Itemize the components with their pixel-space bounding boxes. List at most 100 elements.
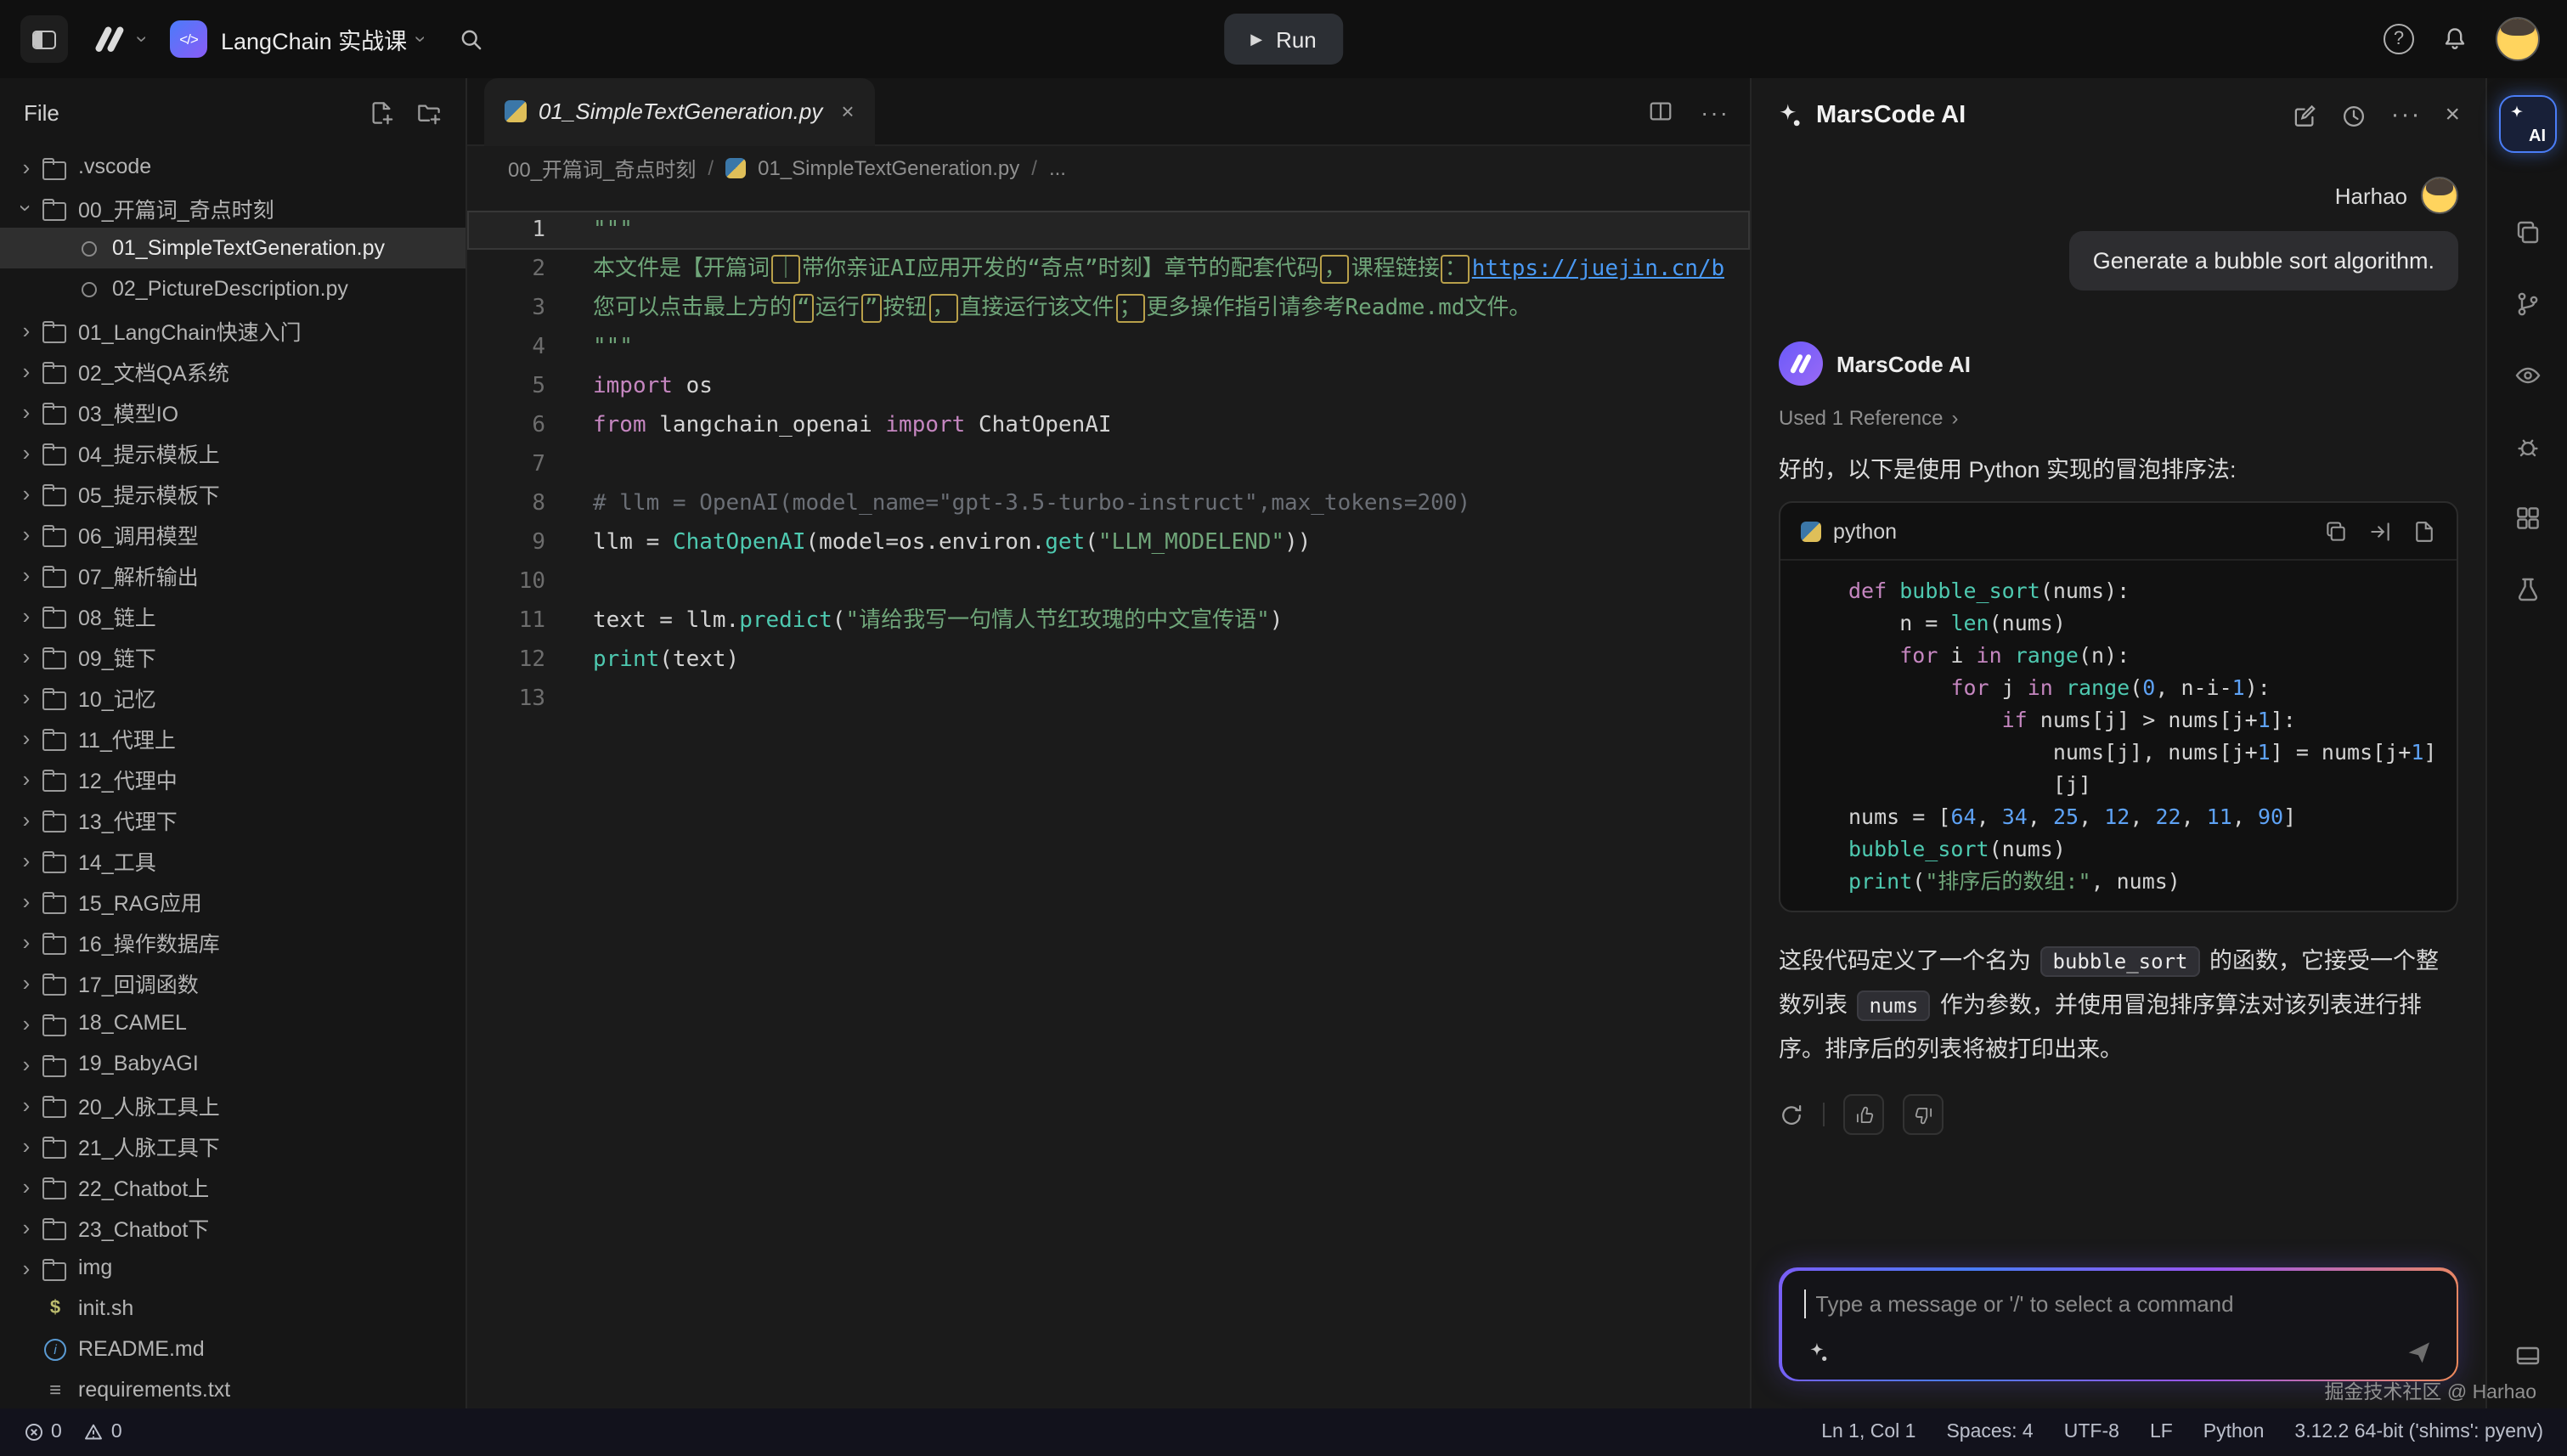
tree-folder-item[interactable]: ›.vscode: [0, 146, 465, 187]
folder-icon: [41, 725, 70, 750]
preview-eye-icon[interactable]: [2498, 347, 2556, 404]
search-icon[interactable]: [458, 26, 483, 52]
reference-label: Used 1 Reference: [1779, 406, 1943, 430]
tree-folder-item[interactable]: ›06_调用模型: [0, 513, 465, 554]
code-editor[interactable]: 1"""2本文件是【开篇词｜带你亲证AI应用开发的“奇点”时刻】章节的配套代码，…: [467, 190, 1750, 1408]
breadcrumb-symbol[interactable]: ...: [1049, 156, 1066, 180]
tree-file-item[interactable]: ›≡requirements.txt: [0, 1369, 465, 1408]
tree-item-label: init.sh: [78, 1296, 133, 1320]
problems-indicators[interactable]: 00: [24, 1422, 122, 1442]
breadcrumb-file[interactable]: 01_SimpleTextGeneration.py: [758, 156, 1019, 180]
code-line: 7: [467, 445, 1750, 484]
tree-item-label: 10_记忆: [78, 680, 156, 713]
tree-folder-item[interactable]: ›00_开篇词_奇点时刻: [0, 187, 465, 228]
tree-folder-item[interactable]: ›17_回调函数: [0, 962, 465, 1002]
git-branch-icon[interactable]: [2498, 275, 2556, 333]
tree-folder-item[interactable]: ›18_CAMEL: [0, 1002, 465, 1043]
indentation[interactable]: Spaces: 4: [1946, 1422, 2033, 1442]
close-panel-icon[interactable]: ×: [2445, 104, 2462, 127]
error-indicator[interactable]: 0: [24, 1422, 62, 1442]
run-button[interactable]: ▶ Run: [1223, 14, 1344, 65]
code-line: 6from langchain_openai import ChatOpenAI: [467, 406, 1750, 445]
chevron-icon: ›: [14, 725, 39, 750]
breadcrumb-folder[interactable]: 00_开篇词_奇点时刻: [508, 154, 696, 183]
thumbs-up-button[interactable]: [1843, 1094, 1884, 1135]
tree-folder-item[interactable]: ›13_代理下: [0, 799, 465, 839]
bug-icon[interactable]: [2498, 418, 2556, 476]
lab-flask-icon[interactable]: [2498, 561, 2556, 618]
help-icon[interactable]: ?: [2384, 24, 2414, 54]
history-icon[interactable]: [2341, 103, 2367, 128]
tree-folder-item[interactable]: ›15_RAG应用: [0, 880, 465, 921]
new-folder-icon[interactable]: [416, 99, 442, 125]
ai-assistant-button[interactable]: AI: [2498, 95, 2556, 153]
tree-folder-item[interactable]: › 11_代理上: [0, 717, 465, 758]
python-interpreter[interactable]: 3.12.2 64-bit ('shims': pyenv): [2294, 1422, 2543, 1442]
user-avatar[interactable]: [2496, 17, 2540, 61]
create-file-icon[interactable]: [2412, 519, 2436, 543]
tree-file-item[interactable]: ›01_SimpleTextGeneration.py: [0, 228, 465, 268]
tree-folder-item[interactable]: ›10_记忆: [0, 676, 465, 717]
sidebar-toggle-button[interactable]: [20, 15, 68, 63]
tree-folder-item[interactable]: ›05_提示模板下: [0, 472, 465, 513]
send-icon[interactable]: [2405, 1338, 2432, 1365]
panel-toggle-icon[interactable]: [2498, 1327, 2556, 1385]
tree-folder-item[interactable]: ›12_代理中: [0, 758, 465, 799]
editor-tab[interactable]: 01_SimpleTextGeneration.py ×: [484, 77, 875, 145]
tree-folder-item[interactable]: ›19_BabyAGI: [0, 1043, 465, 1084]
tree-folder-item[interactable]: ›23_Chatbot下: [0, 1206, 465, 1247]
chevron-down-icon[interactable]: ›: [409, 36, 432, 42]
tree-item-label: 22_Chatbot上: [78, 1170, 209, 1202]
tree-folder-item[interactable]: ›09_链下: [0, 635, 465, 676]
ai-spark-icon[interactable]: [1805, 1340, 1829, 1363]
tree-folder-item[interactable]: ›02_文档QA系统: [0, 350, 465, 391]
encoding[interactable]: UTF-8: [2064, 1422, 2119, 1442]
chevron-icon: ›: [14, 602, 39, 628]
tree-folder-item[interactable]: ›07_解析输出: [0, 554, 465, 595]
cursor-position[interactable]: Ln 1, Col 1: [1821, 1422, 1915, 1442]
file-compare-icon[interactable]: [2498, 204, 2556, 262]
tree-folder-item[interactable]: ›22_Chatbot上: [0, 1165, 465, 1206]
more-icon[interactable]: ···: [2390, 104, 2421, 127]
tree-folder-item[interactable]: ›21_人脉工具下: [0, 1125, 465, 1165]
tree-folder-item[interactable]: ›20_人脉工具上: [0, 1084, 465, 1125]
tree-folder-item[interactable]: ›14_工具: [0, 839, 465, 880]
insert-code-icon[interactable]: [2368, 519, 2392, 543]
notifications-icon[interactable]: [2441, 25, 2468, 53]
tree-folder-item[interactable]: ›04_提示模板上: [0, 432, 465, 472]
folder-icon: [41, 1010, 70, 1036]
new-chat-icon[interactable]: [2292, 103, 2317, 128]
chat-input[interactable]: [1805, 1287, 2432, 1321]
user-message: Generate a bubble sort algorithm.: [2069, 231, 2458, 291]
tab-close-icon[interactable]: ×: [841, 99, 854, 124]
tree-folder-item[interactable]: ›03_模型IO: [0, 391, 465, 432]
assistant-message-header: MarsCode AI: [1779, 341, 2458, 386]
folder-icon: [41, 562, 70, 587]
tree-file-item[interactable]: ›$init.sh: [0, 1288, 465, 1329]
reference-link[interactable]: Used 1 Reference ›: [1779, 406, 1958, 430]
warning-indicator[interactable]: 0: [84, 1422, 122, 1442]
tree-folder-item[interactable]: ›16_操作数据库: [0, 921, 465, 962]
editor-more-icon[interactable]: ···: [1701, 99, 1729, 123]
extensions-grid-icon[interactable]: [2498, 489, 2556, 547]
eol-sequence[interactable]: LF: [2150, 1422, 2173, 1442]
project-name[interactable]: LangChain 实战课: [221, 22, 407, 56]
python-file-icon: [75, 276, 104, 302]
split-editor-icon[interactable]: [1648, 99, 1673, 124]
inline-code-chip: nums: [1858, 990, 1931, 1021]
tree-folder-item[interactable]: ›01_LangChain快速入门: [0, 309, 465, 350]
ai-panel-header: MarsCode AI ··· ×: [1752, 78, 2485, 153]
new-file-icon[interactable]: [369, 99, 394, 125]
regenerate-icon[interactable]: [1779, 1102, 1804, 1127]
tab-title: 01_SimpleTextGeneration.py: [539, 99, 822, 124]
chevron-down-icon[interactable]: ›: [131, 36, 155, 42]
tree-folder-item[interactable]: ›img: [0, 1247, 465, 1288]
tree-file-item[interactable]: ›README.md: [0, 1329, 465, 1369]
thumbs-down-button[interactable]: [1903, 1094, 1944, 1135]
tree-item-label: 11_代理上: [78, 721, 176, 753]
python-file-icon: [75, 235, 104, 261]
language-mode[interactable]: Python: [2203, 1422, 2265, 1442]
tree-folder-item[interactable]: ›08_链上: [0, 595, 465, 635]
tree-file-item[interactable]: ›02_PictureDescription.py: [0, 268, 465, 309]
copy-code-icon[interactable]: [2324, 519, 2348, 543]
